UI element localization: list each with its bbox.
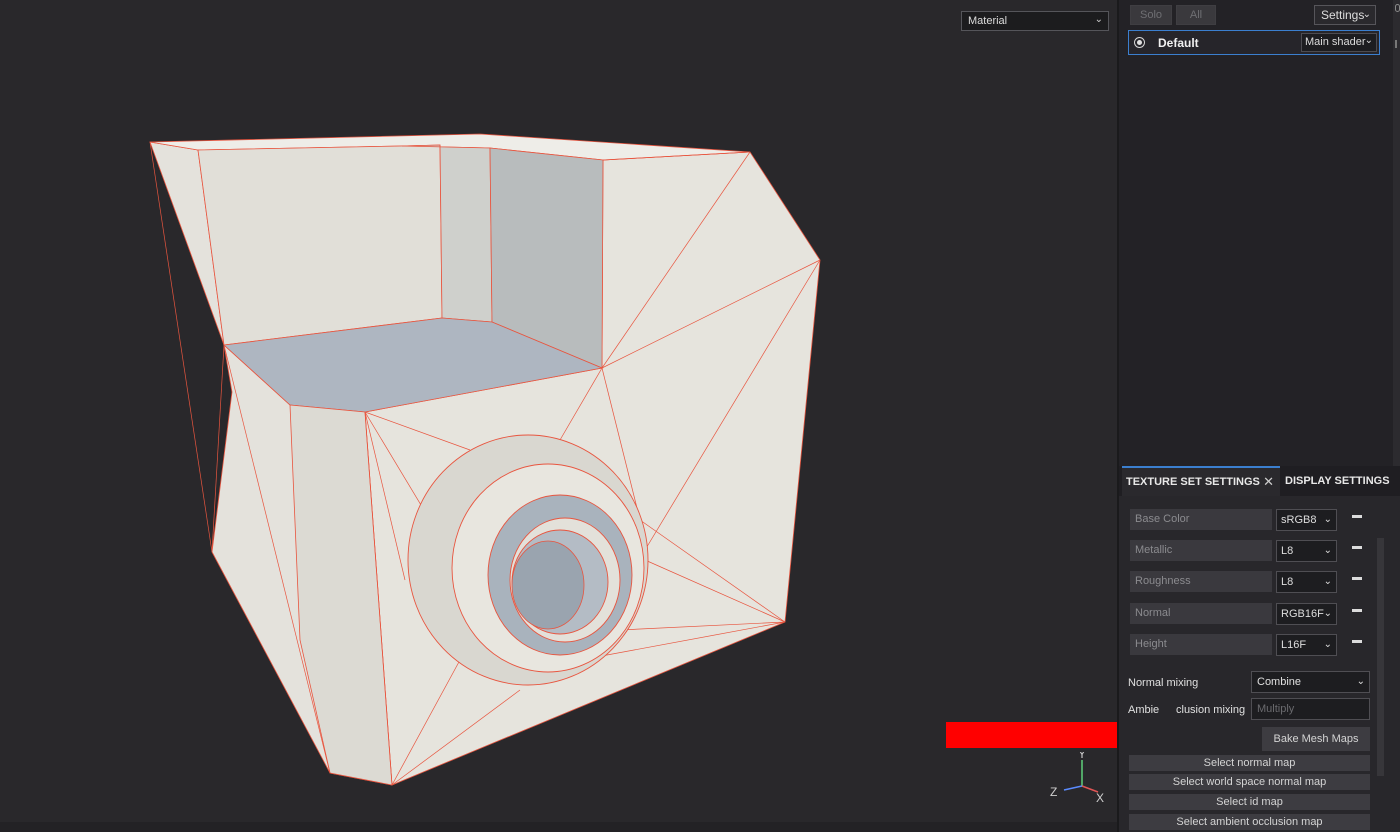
shader-value: Main shader (1305, 36, 1366, 48)
channel-name: Metallic (1130, 540, 1272, 561)
chevron-down-icon: ⌄ (1362, 9, 1371, 20)
channel-format-value: L8 (1281, 576, 1294, 588)
select-world-space-normal-map-button[interactable]: Select world space normal map (1129, 774, 1370, 790)
texture-set-name: Default (1158, 36, 1199, 50)
minus-icon[interactable] (1352, 577, 1362, 580)
radio-icon[interactable] (1134, 37, 1145, 48)
bake-mesh-maps-button[interactable]: Bake Mesh Maps (1262, 727, 1370, 751)
chevron-down-icon: ⌄ (1364, 35, 1373, 46)
select-ambient-occlusion-map-button[interactable]: Select ambient occlusion map (1129, 814, 1370, 830)
channel-name: Roughness (1130, 571, 1272, 592)
solo-button[interactable]: Solo (1130, 5, 1172, 25)
tab-label: TEXTURE SET SETTINGS (1126, 476, 1260, 488)
select-normal-map-button[interactable]: Select normal map (1129, 755, 1370, 771)
edge-glyph-icon (1395, 40, 1400, 48)
channel-format-value: sRGB8 (1281, 514, 1317, 526)
edge-glyph-icon (1395, 4, 1400, 12)
channel-name: Normal (1130, 603, 1272, 624)
channel-format-select[interactable]: L8 ⌄ (1276, 571, 1337, 593)
channel-name: Height (1130, 634, 1272, 655)
shader-select[interactable]: Main shader ⌄ (1301, 33, 1377, 52)
select-id-map-button[interactable]: Select id map (1129, 794, 1370, 810)
ao-mixing-value: Multiply (1257, 703, 1295, 715)
tab-label: DISPLAY SETTINGS (1285, 475, 1390, 487)
ao-mixing-select[interactable]: Multiply (1251, 698, 1370, 720)
all-button[interactable]: All (1176, 5, 1216, 25)
viewport-3d[interactable]: Material ⌄ Y X Z (0, 0, 1117, 832)
channel-format-select[interactable]: RGB16F ⌄ (1276, 603, 1337, 625)
normal-mixing-select[interactable]: Combine ⌄ (1251, 671, 1370, 693)
texture-set-properties: Base Color sRGB8 ⌄ Metallic L8 ⌄ Roughne… (1119, 496, 1400, 832)
chevron-down-icon: ⌄ (1323, 608, 1332, 619)
minus-icon[interactable] (1352, 640, 1362, 643)
channel-format-value: RGB16F (1281, 608, 1324, 620)
right-panel: Solo All Settings ⌄ Default Main shader … (1117, 0, 1400, 832)
settings-dropdown[interactable]: Settings ⌄ (1314, 5, 1376, 25)
axis-y-label: Y (1078, 752, 1086, 761)
channel-name: Base Color (1130, 509, 1272, 530)
axis-x-label: X (1096, 791, 1104, 805)
viewport-mode-select[interactable]: Material ⌄ (961, 11, 1109, 31)
chevron-down-icon: ⌄ (1323, 639, 1332, 650)
channel-row: Normal RGB16F ⌄ (1130, 603, 1385, 625)
minus-icon[interactable] (1352, 609, 1362, 612)
axis-z-label: Z (1050, 785, 1057, 799)
chevron-down-icon: ⌄ (1094, 14, 1103, 25)
minus-icon[interactable] (1352, 546, 1362, 549)
mesh-boss-hole-deep (511, 540, 585, 630)
channel-row: Roughness L8 ⌄ (1130, 571, 1385, 593)
texture-set-row[interactable]: Default Main shader ⌄ (1128, 30, 1380, 55)
panel-tabs: TEXTURE SET SETTINGS ✕ DISPLAY SETTINGS (1119, 466, 1400, 496)
channel-format-select[interactable]: L8 ⌄ (1276, 540, 1337, 562)
chevron-down-icon: ⌄ (1323, 514, 1332, 525)
minus-icon[interactable] (1352, 515, 1362, 518)
channel-row: Base Color sRGB8 ⌄ (1130, 509, 1385, 531)
ao-mixing-label-right: clusion mixing (1176, 704, 1246, 716)
channel-format-value: L8 (1281, 545, 1294, 557)
viewport-bottom-strip (0, 822, 1117, 832)
viewport-mode-value: Material (968, 15, 1008, 27)
ao-mixing-label-left: Ambie (1128, 704, 1160, 716)
mesh-pocket-back (197, 144, 443, 346)
settings-label: Settings (1321, 8, 1365, 22)
layer-toolbar: Solo All Settings ⌄ (1119, 0, 1400, 30)
channel-format-select[interactable]: sRGB8 ⌄ (1276, 509, 1337, 531)
chevron-down-icon: ⌄ (1323, 545, 1332, 556)
channel-row: Metallic L8 ⌄ (1130, 540, 1385, 562)
chevron-down-icon: ⌄ (1323, 576, 1332, 587)
close-icon[interactable]: ✕ (1263, 468, 1274, 496)
normal-mixing-label: Normal mixing (1128, 677, 1199, 689)
channel-format-select[interactable]: L16F ⌄ (1276, 634, 1337, 656)
tab-display-settings[interactable]: DISPLAY SETTINGS (1285, 466, 1400, 496)
normal-mixing-value: Combine (1257, 676, 1302, 688)
channel-row: Height L16F ⌄ (1130, 634, 1385, 656)
axis-gizmo-icon: Y X Z (1050, 752, 1104, 805)
chevron-down-icon: ⌄ (1356, 676, 1365, 687)
tab-texture-set-settings[interactable]: TEXTURE SET SETTINGS ✕ (1122, 466, 1280, 496)
channel-format-value: L16F (1281, 639, 1307, 651)
